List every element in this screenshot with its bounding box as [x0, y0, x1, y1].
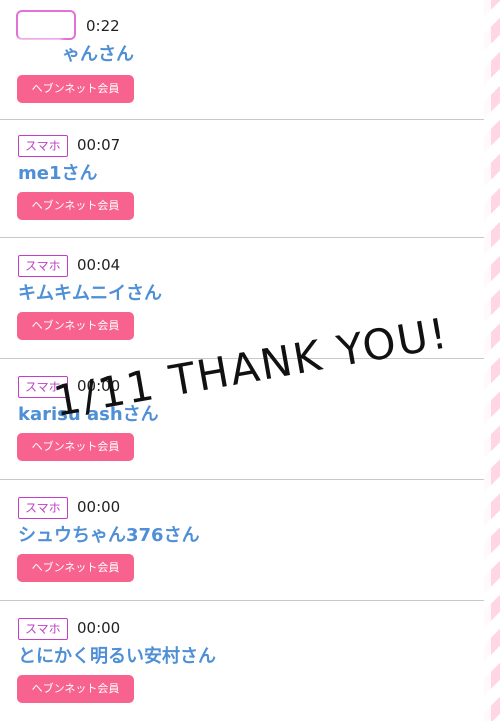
- list-item[interactable]: スマホ 00:00 シュウちゃん376さん ヘブンネット会員: [0, 480, 484, 601]
- visit-time: 00:00: [77, 377, 121, 395]
- visit-time: 00:07: [77, 136, 121, 154]
- visit-time: 00:04: [77, 256, 121, 274]
- visitor-name[interactable]: ゃんさん: [62, 42, 134, 68]
- list-item[interactable]: 0:22 ゃんさん ヘブンネット会員: [0, 0, 484, 120]
- visitor-name[interactable]: とにかく明るい安村さん: [18, 644, 216, 670]
- visitor-list: 0:22 ゃんさん ヘブンネット会員 スマホ 00:07 me1さん ヘブンネッ…: [0, 0, 484, 721]
- list-item[interactable]: スマホ 00:00 とにかく明るい安村さん ヘブンネット会員: [0, 601, 484, 721]
- device-badge: スマホ: [18, 376, 68, 398]
- visitor-name[interactable]: me1さん: [18, 161, 98, 187]
- device-badge: スマホ: [18, 255, 68, 277]
- device-badge: スマホ: [18, 618, 68, 640]
- member-button[interactable]: ヘブンネット会員: [17, 312, 134, 340]
- decorative-right-border: [484, 0, 500, 721]
- list-item[interactable]: スマホ 00:04 キムキムニイさん ヘブンネット会員: [0, 238, 484, 359]
- list-item[interactable]: スマホ 00:07 me1さん ヘブンネット会員: [0, 118, 484, 238]
- page: 0:22 ゃんさん ヘブンネット会員 スマホ 00:07 me1さん ヘブンネッ…: [0, 0, 500, 721]
- device-badge: スマホ: [18, 497, 68, 519]
- name-mask: [16, 39, 62, 69]
- visitor-name[interactable]: シュウちゃん376さん: [18, 523, 200, 549]
- member-button[interactable]: ヘブンネット会員: [17, 75, 134, 103]
- badge-blurred: [16, 10, 76, 40]
- visit-time: 0:22: [86, 17, 120, 35]
- list-item[interactable]: スマホ 00:00 karisu ashさん ヘブンネット会員: [0, 359, 484, 480]
- member-button[interactable]: ヘブンネット会員: [17, 675, 134, 703]
- device-badge: スマホ: [18, 135, 68, 157]
- visitor-name[interactable]: キムキムニイさん: [18, 281, 162, 307]
- visitor-name[interactable]: karisu ashさん: [18, 402, 159, 428]
- visit-time: 00:00: [77, 498, 121, 516]
- member-button[interactable]: ヘブンネット会員: [17, 192, 134, 220]
- visit-time: 00:00: [77, 619, 121, 637]
- member-button[interactable]: ヘブンネット会員: [17, 433, 134, 461]
- member-button[interactable]: ヘブンネット会員: [17, 554, 134, 582]
